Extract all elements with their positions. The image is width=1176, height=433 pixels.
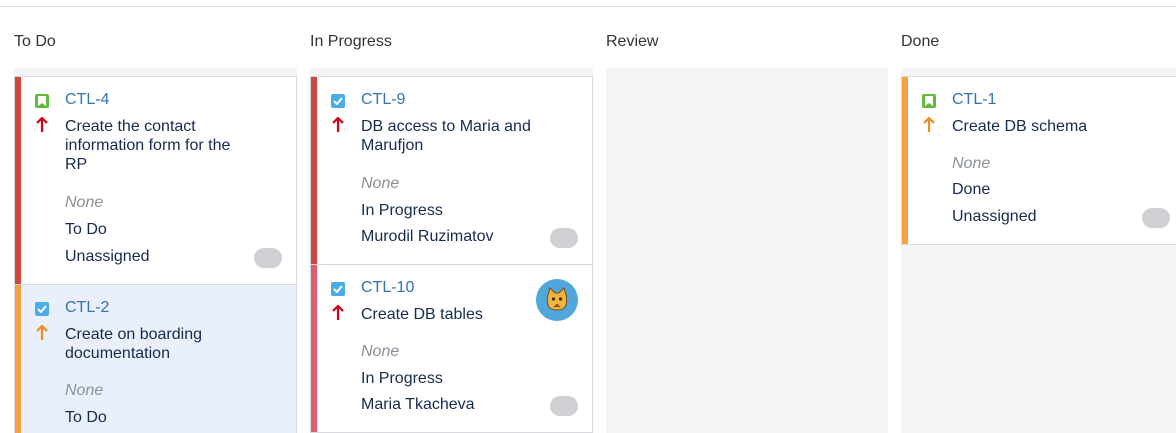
task-checkbox-icon bbox=[331, 94, 345, 108]
issue-status: In Progress bbox=[361, 370, 443, 387]
issue-status: In Progress bbox=[361, 202, 443, 219]
priority-high-arrow-icon bbox=[331, 116, 345, 133]
priority-medium-arrow-icon bbox=[922, 116, 936, 133]
issue-status: To Do bbox=[65, 409, 107, 426]
task-checkbox-icon bbox=[35, 302, 49, 316]
issue-card-ctl-1[interactable]: CTL-1 Create DB schema None Done Unassig… bbox=[901, 76, 1176, 245]
card-toggle[interactable] bbox=[1142, 208, 1170, 228]
issue-key-link[interactable]: CTL-10 bbox=[361, 279, 414, 297]
column-header-review: Review bbox=[606, 33, 659, 50]
issue-field-none: None bbox=[952, 155, 991, 172]
issue-key-link[interactable]: CTL-2 bbox=[65, 299, 109, 317]
issue-card-ctl-2[interactable]: CTL-2 Create on boarding documentation N… bbox=[14, 284, 297, 433]
issue-assignee: Murodil Ruzimatov bbox=[361, 228, 494, 245]
card-toggle[interactable] bbox=[550, 396, 578, 416]
card-priority-stripe bbox=[902, 77, 908, 244]
card-priority-stripe bbox=[15, 285, 21, 433]
issue-key-link[interactable]: CTL-1 bbox=[952, 91, 996, 109]
issue-key-link[interactable]: CTL-9 bbox=[361, 91, 405, 109]
card-toggle[interactable] bbox=[550, 228, 578, 248]
story-bookmark-icon bbox=[35, 94, 49, 108]
issue-status: To Do bbox=[65, 221, 107, 238]
card-priority-stripe bbox=[311, 77, 317, 264]
priority-high-arrow-icon bbox=[331, 304, 345, 321]
task-checkbox-icon bbox=[331, 282, 345, 296]
issue-card-ctl-9[interactable]: CTL-9 DB access to Maria and Marufjon No… bbox=[310, 76, 593, 265]
issue-key-link[interactable]: CTL-4 bbox=[65, 91, 109, 109]
issue-status: Done bbox=[952, 181, 991, 198]
card-priority-stripe bbox=[311, 265, 317, 432]
issue-field-none: None bbox=[361, 343, 400, 360]
column-header-todo: To Do bbox=[14, 33, 56, 50]
top-divider bbox=[0, 6, 1176, 7]
issue-summary: Create on boarding documentation bbox=[65, 326, 202, 362]
column-header-in-progress: In Progress bbox=[310, 33, 392, 50]
story-bookmark-icon bbox=[922, 94, 936, 108]
issue-card-ctl-4[interactable]: CTL-4 Create the contact information for… bbox=[14, 76, 297, 285]
issue-field-none: None bbox=[361, 175, 400, 192]
card-priority-stripe bbox=[15, 77, 21, 284]
issue-assignee: Unassigned bbox=[952, 208, 1037, 225]
column-header-done: Done bbox=[901, 33, 940, 50]
issue-field-none: None bbox=[65, 194, 104, 211]
card-toggle[interactable] bbox=[254, 248, 282, 268]
issue-assignee: Unassigned bbox=[65, 248, 150, 265]
issue-summary: DB access to Maria and Marufjon bbox=[361, 118, 531, 154]
issue-assignee: Maria Tkacheva bbox=[361, 396, 475, 413]
issue-summary: Create the contact information form for … bbox=[65, 118, 231, 173]
priority-medium-arrow-icon bbox=[35, 324, 49, 341]
issue-summary: Create DB schema bbox=[952, 118, 1088, 135]
issue-field-none: None bbox=[65, 382, 104, 399]
priority-high-arrow-icon bbox=[35, 116, 49, 133]
column-review[interactable] bbox=[606, 68, 888, 433]
issue-card-ctl-10[interactable]: CTL-10 Create DB tables None In Progress… bbox=[310, 264, 593, 433]
issue-summary: Create DB tables bbox=[361, 306, 483, 323]
